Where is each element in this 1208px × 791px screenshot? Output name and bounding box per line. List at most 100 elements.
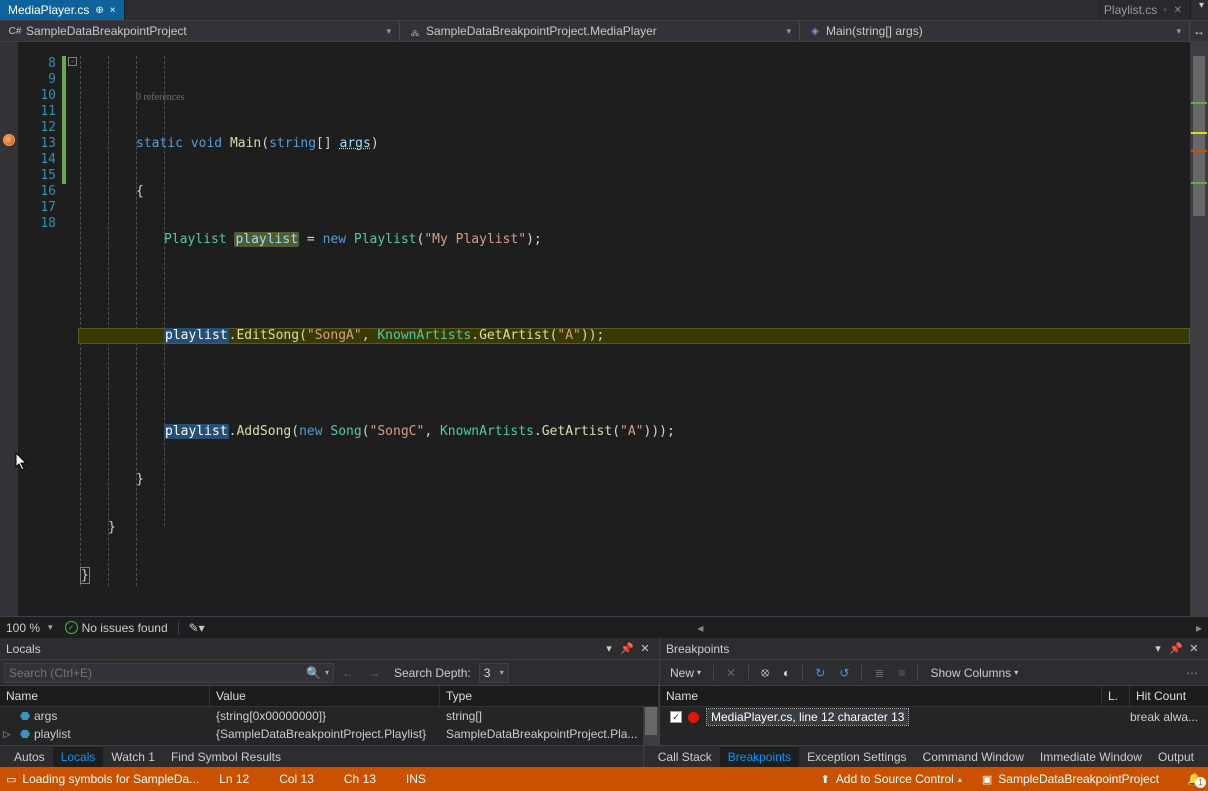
tab-breakpoints[interactable]: Breakpoints — [720, 747, 799, 767]
issues-ok-icon: ✓ — [65, 621, 78, 634]
tab-autos[interactable]: Autos — [6, 747, 53, 767]
breakpoints-title-bar[interactable]: Breakpoints ▾ 📌 ✕ — [660, 638, 1208, 660]
breakpoints-toolbar: New▾ ✕ ⦻ ◐ ↻ ↺ ≣ ≡ Show Columns▾ ⋯ — [660, 660, 1208, 686]
tab-mediaplayer[interactable]: MediaPlayer.cs ⊕ × — [0, 0, 125, 20]
tab-playlist[interactable]: Playlist.cs ▫ ✕ — [1098, 0, 1191, 20]
status-char[interactable]: Ch 13 — [344, 772, 376, 786]
close-icon[interactable]: × — [110, 5, 116, 16]
code-line: { — [78, 184, 1190, 200]
breakpoint-label[interactable]: MediaPlayer.cs, line 12 character 13 — [707, 709, 908, 725]
search-input[interactable] — [9, 666, 302, 680]
status-col[interactable]: Col 13 — [279, 772, 314, 786]
pin-icon[interactable]: 📌 — [619, 642, 635, 655]
col-hitcount[interactable]: Hit Count — [1130, 686, 1208, 706]
status-project[interactable]: ▣ SampleDataBreakpointProject — [982, 772, 1159, 786]
search-next-icon[interactable]: → — [362, 664, 386, 682]
variable-icon — [20, 730, 30, 738]
tab-overflow-icon[interactable]: ▾ — [1195, 0, 1208, 20]
pin-icon[interactable]: ⊕ — [95, 5, 103, 16]
chevron-down-icon: ▾ — [1176, 26, 1181, 37]
add-to-source-control[interactable]: ⬆ Add to Source Control ▴ — [821, 772, 962, 786]
breakpoint-row[interactable]: ✓ MediaPlayer.cs, line 12 character 13 b… — [660, 707, 1208, 727]
tab-controls-icon[interactable]: ▫ ✕ — [1163, 5, 1184, 16]
nav-class[interactable]: 🝆 SampleDataBreakpointProject.MediaPlaye… — [400, 21, 800, 41]
tab-find-symbol[interactable]: Find Symbol Results — [163, 747, 289, 767]
code-editor[interactable]: 8 9 10 11 12 13 14 15 16 17 18 - 0 refer… — [0, 42, 1208, 616]
horizontal-scroll-right-icon[interactable]: ▸ — [1196, 621, 1202, 635]
window-position-icon[interactable]: ▾ — [601, 642, 617, 655]
breakpoint-checkbox[interactable]: ✓ — [670, 711, 682, 723]
tab-callstack[interactable]: Call Stack — [650, 747, 720, 767]
nav-method[interactable]: ◈ Main(string[] args) ▾ — [800, 21, 1190, 41]
search-depth-label: Search Depth: — [388, 664, 477, 682]
col-type[interactable]: Type — [440, 686, 659, 706]
status-line[interactable]: Ln 12 — [219, 772, 249, 786]
horizontal-scroll-left-icon[interactable]: ◂ — [697, 621, 703, 635]
vertical-scrollbar[interactable] — [1190, 42, 1208, 616]
outlining-margin[interactable]: - — [66, 42, 78, 616]
zoom-dropdown-icon[interactable]: ▾ — [48, 622, 53, 633]
csharp-project-icon: C# — [8, 26, 22, 37]
delete-icon[interactable]: ✕ — [720, 664, 742, 682]
tab-locals[interactable]: Locals — [53, 747, 104, 767]
overflow-icon[interactable]: ⋯ — [1180, 664, 1204, 682]
breakpoints-rows[interactable]: ✓ MediaPlayer.cs, line 12 character 13 b… — [660, 707, 1208, 745]
code-line: Playlist playlist = new Playlist("My Pla… — [78, 232, 1190, 248]
expand-icon[interactable]: ▷ — [0, 729, 14, 740]
locals-title-bar[interactable]: Locals ▾ 📌 ✕ — [0, 638, 659, 660]
issues-label[interactable]: No issues found — [82, 621, 168, 635]
nav-method-label: Main(string[] args) — [826, 24, 923, 38]
chevron-down-icon: ▾ — [386, 26, 391, 37]
status-rect-icon: ▭ — [6, 773, 16, 786]
import-icon[interactable]: ↺ — [833, 664, 855, 682]
locals-rows[interactable]: args {string[0x00000000]} string[] ▷ pla… — [0, 707, 659, 745]
vertical-scrollbar[interactable] — [643, 707, 659, 745]
zoom-level[interactable]: 100 % — [6, 621, 40, 635]
collapse-icon[interactable]: - — [68, 57, 77, 66]
locals-row[interactable]: args {string[0x00000000]} string[] — [0, 707, 659, 725]
go-to-source-icon[interactable]: ≣ — [868, 664, 890, 682]
locals-columns[interactable]: Name Value Type — [0, 686, 659, 707]
tab-immediate-window[interactable]: Immediate Window — [1032, 747, 1150, 767]
search-prev-icon[interactable]: ← — [336, 664, 360, 682]
health-indicator-icon[interactable]: ✎▾ — [189, 621, 205, 635]
col-name[interactable]: Name — [0, 686, 210, 706]
scroll-thumb[interactable] — [1193, 56, 1205, 216]
split-window-icon[interactable]: ↔ — [1190, 24, 1208, 38]
col-value[interactable]: Value — [210, 686, 440, 706]
tab-exception-settings[interactable]: Exception Settings — [799, 747, 914, 767]
notifications-icon[interactable]: 🔔1 — [1187, 772, 1202, 786]
close-icon[interactable]: ✕ — [1186, 642, 1202, 655]
status-mode[interactable]: INS — [406, 772, 426, 786]
breakpoints-columns[interactable]: Name L. Hit Count — [660, 686, 1208, 707]
toggle-all-icon[interactable]: ◐ — [777, 664, 796, 682]
nav-project[interactable]: C# SampleDataBreakpointProject ▾ — [0, 21, 400, 41]
variable-icon — [20, 712, 30, 720]
close-icon[interactable]: ✕ — [637, 642, 653, 655]
nav-class-label: SampleDataBreakpointProject.MediaPlayer — [426, 24, 657, 38]
new-breakpoint-button[interactable]: New▾ — [664, 664, 707, 682]
delete-all-icon[interactable]: ⦻ — [755, 663, 775, 682]
locals-row[interactable]: ▷ playlist {SampleDataBreakpointProject.… — [0, 725, 659, 743]
tab-command-window[interactable]: Command Window — [915, 747, 1032, 767]
window-position-icon[interactable]: ▾ — [1150, 642, 1166, 655]
chevron-down-icon: ▾ — [786, 26, 791, 37]
pin-icon[interactable]: 📌 — [1168, 642, 1184, 655]
export-icon[interactable]: ↻ — [809, 664, 831, 682]
tab-output[interactable]: Output — [1150, 747, 1202, 767]
locals-search[interactable]: 🔍 ▾ — [4, 663, 334, 683]
go-to-disasm-icon[interactable]: ≡ — [892, 664, 911, 682]
col-name[interactable]: Name — [660, 686, 1102, 706]
breakpoint-gutter[interactable] — [0, 42, 18, 616]
codelens[interactable]: 0 references — [78, 92, 1190, 104]
search-icon[interactable]: 🔍 — [306, 666, 321, 680]
code-surface[interactable]: 0 references static void Main(string[] a… — [78, 42, 1190, 616]
chevron-down-icon[interactable]: ▾ — [500, 668, 504, 677]
bottom-tabs-left: Autos Locals Watch 1 Find Symbol Results — [0, 745, 644, 767]
col-labels[interactable]: L. — [1102, 686, 1130, 706]
search-depth-input[interactable]: 3 ▾ — [479, 663, 509, 683]
show-columns-button[interactable]: Show Columns▾ — [924, 664, 1024, 682]
tab-watch1[interactable]: Watch 1 — [103, 747, 163, 767]
breakpoint-current-icon[interactable] — [3, 134, 15, 146]
chevron-down-icon[interactable]: ▾ — [325, 668, 329, 677]
